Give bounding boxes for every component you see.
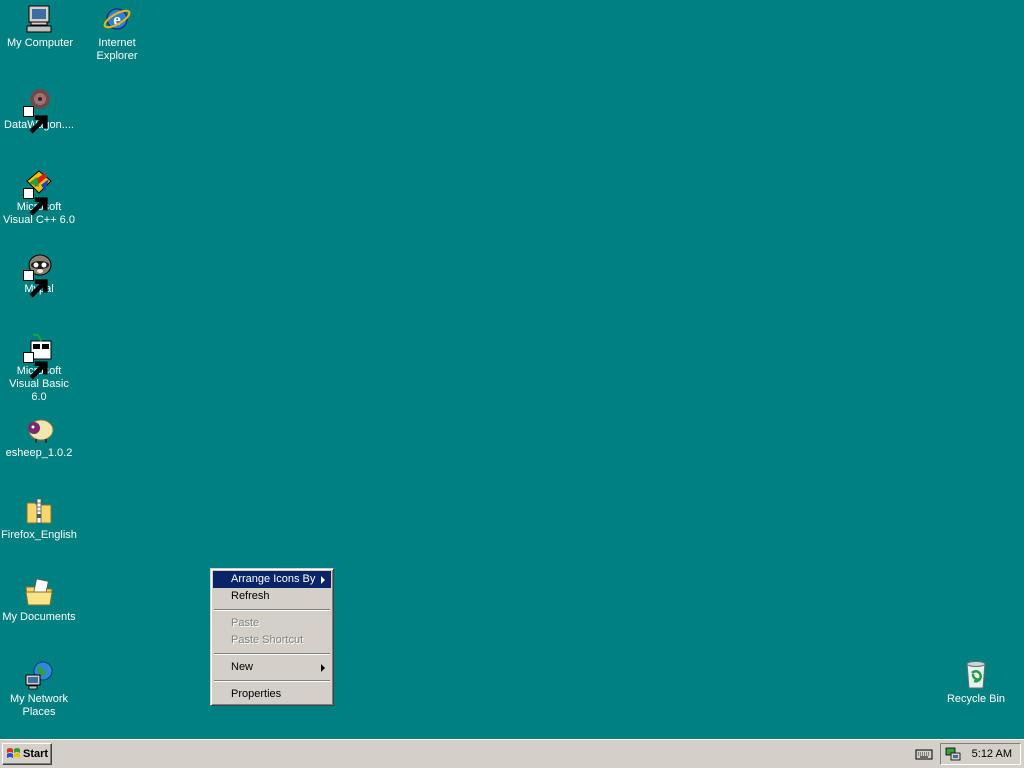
visual-basic-icon <box>23 331 55 380</box>
start-button[interactable]: Start <box>2 743 52 765</box>
menu-item-new[interactable]: New <box>213 659 331 676</box>
desktop-icon-mypal[interactable]: Mypal <box>0 249 78 298</box>
menu-item-paste: Paste <box>213 615 331 632</box>
shortcut-arrow-icon <box>23 270 48 298</box>
windows-logo-icon <box>6 747 21 761</box>
shortcut-arrow-icon <box>23 352 48 380</box>
zip-folder-icon <box>23 495 55 527</box>
esheep-icon <box>23 413 55 445</box>
menu-item-label: Paste Shortcut <box>231 634 304 646</box>
desktop-icon-my-documents[interactable]: My Documents <box>0 577 78 624</box>
desktop-context-menu: Arrange Icons By Refresh Paste Paste Sho… <box>210 568 334 706</box>
menu-item-arrange-icons-by[interactable]: Arrange Icons By <box>213 571 331 588</box>
my-computer-icon <box>24 3 56 35</box>
menu-item-label: Refresh <box>231 590 270 602</box>
desktop-icon-firefox-english[interactable]: Firefox_English <box>0 495 78 542</box>
datawagon-icon <box>23 85 55 134</box>
shortcut-arrow-icon <box>23 188 48 216</box>
taskbar: Start 5:12 AM <box>0 739 1024 768</box>
desktop[interactable]: My Computer e Internet Explorer DataWago… <box>0 0 1024 739</box>
system-tray: 5:12 AM <box>940 743 1021 765</box>
menu-item-label: Paste <box>231 617 260 629</box>
network-tray-icon[interactable] <box>945 746 961 762</box>
keyboard-icon[interactable] <box>914 745 934 763</box>
menu-separator <box>214 680 330 682</box>
desktop-icon-label: Internet Explorer <box>96 37 138 62</box>
desktop-icon-datawagon[interactable]: DataWagon.... <box>0 85 78 134</box>
desktop-icon-label: My Network Places <box>9 693 69 718</box>
my-documents-icon <box>23 577 55 609</box>
network-places-icon <box>23 659 55 691</box>
menu-item-label: Properties <box>231 688 282 700</box>
desktop-icon-label: My Documents <box>2 611 76 623</box>
start-label: Start <box>23 748 49 760</box>
submenu-arrow-icon <box>321 576 325 584</box>
desktop-icon-visual-cpp[interactable]: Microsoft Visual C++ 6.0 <box>0 167 78 227</box>
menu-item-paste-shortcut: Paste Shortcut <box>213 632 331 649</box>
desktop-icon-esheep[interactable]: esheep_1.0.2 <box>0 413 78 460</box>
menu-item-label: New <box>231 661 254 673</box>
menu-item-properties[interactable]: Properties <box>213 686 331 703</box>
mypal-icon <box>23 249 55 298</box>
desktop-icon-my-network-places[interactable]: My Network Places <box>0 659 78 719</box>
desktop-icon-label: esheep_1.0.2 <box>5 447 73 459</box>
recycle-bin-icon <box>960 659 992 691</box>
menu-item-refresh[interactable]: Refresh <box>213 588 331 605</box>
desktop-icon-recycle-bin[interactable]: Recycle Bin <box>937 659 1015 706</box>
desktop-icon-visual-basic[interactable]: Microsoft Visual Basic 6.0 <box>0 331 78 404</box>
internet-explorer-icon: e <box>101 3 133 35</box>
desktop-icon-my-computer[interactable]: My Computer <box>1 3 79 50</box>
shortcut-arrow-icon <box>23 106 48 134</box>
menu-separator <box>214 653 330 655</box>
desktop-icon-internet-explorer[interactable]: e Internet Explorer <box>78 3 156 63</box>
submenu-arrow-icon <box>321 664 325 672</box>
desktop-icon-label: Firefox_English <box>1 529 77 541</box>
visual-cpp-icon <box>23 167 55 216</box>
menu-separator <box>214 609 330 611</box>
desktop-icon-label: My Computer <box>6 37 74 49</box>
desktop-icon-label: Recycle Bin <box>946 693 1006 705</box>
menu-item-label: Arrange Icons By <box>231 573 316 585</box>
clock[interactable]: 5:12 AM <box>972 744 1012 764</box>
